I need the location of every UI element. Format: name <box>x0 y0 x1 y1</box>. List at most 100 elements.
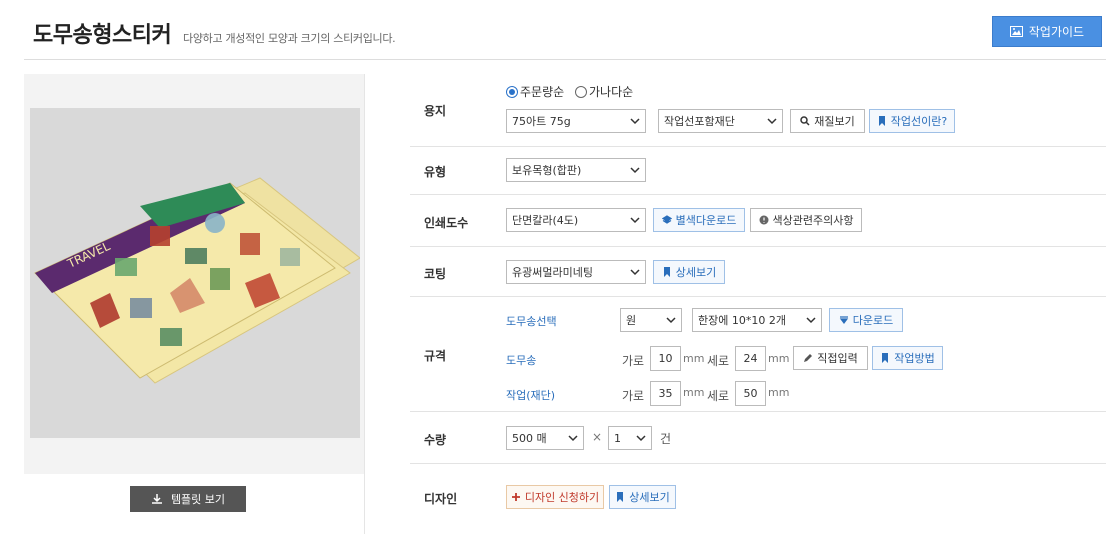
type-row: 유형 보유목형(합판) <box>410 147 1106 195</box>
color-caution-button[interactable]: 색상관련주의사항 <box>750 208 862 232</box>
coating-label: 코팅 <box>424 267 447 281</box>
paper-select[interactable]: 75아트 75g <box>506 109 646 133</box>
chevron-down-icon <box>630 217 640 224</box>
template-view-button[interactable]: 템플릿 보기 <box>130 486 246 512</box>
warning-icon <box>759 215 769 225</box>
product-image: TRAVEL TRAVEL <box>30 108 360 438</box>
pencil-icon <box>804 354 813 362</box>
chevron-down-icon <box>568 435 578 442</box>
coating-detail-label: 상세보기 <box>675 266 717 279</box>
page-header: 도무송형스티커 다양하고 개성적인 모양과 크기의 스티커입니다. 작업가이드 <box>0 0 1114 60</box>
bookmark-icon <box>617 492 624 502</box>
direct-input-button[interactable]: 직접입력 <box>793 346 868 370</box>
template-view-label: 템플릿 보기 <box>170 493 226 506</box>
domusong-select-label: 도무송선택 <box>506 315 557 328</box>
chevron-down-icon <box>630 118 640 125</box>
cut-height-unit: mm <box>768 386 790 399</box>
cut-width-unit: mm <box>683 386 705 399</box>
spot-color-download-button[interactable]: 별색다운로드 <box>653 208 745 232</box>
design-apply-label: 디자인 신청하기 <box>524 491 600 504</box>
spec-download-label: 다운로드 <box>852 314 894 327</box>
domusong-width-input[interactable]: 10 <box>650 346 681 371</box>
cutline-info-button[interactable]: 작업선이란? <box>869 109 955 133</box>
sort-by-order-radio[interactable]: 주문량순 <box>506 83 564 100</box>
cut-width-input[interactable]: 35 <box>650 381 681 406</box>
sort-by-alpha-label: 가나다순 <box>589 85 634 99</box>
bookmark-icon <box>663 267 670 277</box>
page-subtitle: 다양하고 개성적인 모양과 크기의 스티커입니다. <box>183 32 396 45</box>
cut-size-label: 작업(재단) <box>506 389 556 402</box>
bookmark-icon <box>882 353 889 363</box>
design-label: 디자인 <box>424 492 458 506</box>
domusong-width-unit: mm <box>683 352 705 365</box>
quantity-row: 수량 500 매 × 1 건 <box>410 412 1106 464</box>
coating-select-value: 유광써멀라미네팅 <box>512 266 593 279</box>
cut-type-select[interactable]: 작업선포함재단 <box>658 109 783 133</box>
cut-type-select-value: 작업선포함재단 <box>664 115 735 128</box>
domusong-width-label: 가로 <box>622 354 645 368</box>
header-divider <box>24 59 1106 60</box>
design-detail-button[interactable]: 상세보기 <box>609 485 676 509</box>
chevron-down-icon <box>806 317 816 324</box>
times-sign: × <box>592 430 603 444</box>
spec-label: 규격 <box>424 349 447 363</box>
design-row: 디자인 디자인 신청하기 상세보기 <box>410 464 1106 531</box>
direct-input-label: 직접입력 <box>817 352 858 365</box>
coating-detail-button[interactable]: 상세보기 <box>653 260 725 284</box>
sort-by-order-label: 주문량순 <box>520 85 565 99</box>
plus-icon <box>511 493 520 501</box>
work-method-button[interactable]: 작업방법 <box>872 346 943 370</box>
paper-row: 용지 주문량순 가나다순 75아트 75g 작업선포함재단 재질보기 작업선이란… <box>410 74 1106 147</box>
coating-select[interactable]: 유광써멀라미네팅 <box>506 260 646 284</box>
color-caution-label: 색상관련주의사항 <box>772 214 854 227</box>
material-view-button[interactable]: 재질보기 <box>790 109 865 133</box>
paper-label: 용지 <box>424 104 447 118</box>
panel-divider <box>364 74 365 534</box>
chevron-down-icon <box>630 167 640 174</box>
radio-unselected-icon <box>575 85 587 98</box>
chevron-down-icon <box>630 269 640 276</box>
count-unit: 건 <box>660 432 672 446</box>
print-select[interactable]: 단면칼라(4도) <box>506 208 646 232</box>
spec-download-button[interactable]: 다운로드 <box>829 308 903 332</box>
type-label: 유형 <box>424 165 447 179</box>
spec-row: 규격 도무송선택 원 한장에 10*10 2개 다운로드 도무송 가로 10 m… <box>410 297 1106 412</box>
shape-select[interactable]: 원 <box>620 308 682 332</box>
sort-by-alpha-radio[interactable]: 가나다순 <box>575 83 633 100</box>
print-row: 인쇄도수 단면칼라(4도) 별색다운로드 색상관련주의사항 <box>410 195 1106 247</box>
count-select-value: 1 <box>614 431 621 445</box>
quantity-select-value: 500 매 <box>512 432 547 445</box>
radio-selected-icon <box>506 85 518 98</box>
material-view-label: 재질보기 <box>814 115 855 128</box>
spot-color-download-label: 별색다운로드 <box>675 214 737 227</box>
print-label: 인쇄도수 <box>424 216 469 230</box>
cut-height-input[interactable]: 50 <box>735 381 766 406</box>
domusong-height-unit: mm <box>768 352 790 365</box>
layout-select-value: 한장에 10*10 2개 <box>698 314 786 327</box>
design-apply-button[interactable]: 디자인 신청하기 <box>506 485 604 509</box>
design-detail-label: 상세보기 <box>629 491 670 504</box>
bookmark-icon <box>878 116 885 126</box>
shape-select-value: 원 <box>626 314 637 327</box>
download-icon <box>151 494 162 504</box>
work-guide-button[interactable]: 작업가이드 <box>992 16 1102 47</box>
quantity-select[interactable]: 500 매 <box>506 426 584 450</box>
type-select[interactable]: 보유목형(합판) <box>506 158 646 182</box>
paper-select-value: 75아트 75g <box>512 115 571 128</box>
image-icon <box>1009 26 1023 37</box>
work-guide-label: 작업가이드 <box>1028 25 1085 39</box>
chevron-down-icon <box>767 118 777 125</box>
layout-select[interactable]: 한장에 10*10 2개 <box>692 308 822 332</box>
cutline-info-label: 작업선이란? <box>890 115 948 128</box>
quantity-label: 수량 <box>424 433 447 447</box>
domusong-label: 도무송 <box>506 354 537 367</box>
cut-width-label: 가로 <box>622 389 645 403</box>
coating-row: 코팅 유광써멀라미네팅 상세보기 <box>410 247 1106 297</box>
chevron-down-icon <box>666 317 676 324</box>
domusong-height-input[interactable]: 24 <box>735 346 766 371</box>
download-arrow-icon <box>839 316 848 324</box>
chevron-down-icon <box>636 435 646 442</box>
cut-height-label: 세로 <box>707 389 730 403</box>
work-method-label: 작업방법 <box>894 352 935 365</box>
count-select[interactable]: 1 <box>608 426 652 450</box>
